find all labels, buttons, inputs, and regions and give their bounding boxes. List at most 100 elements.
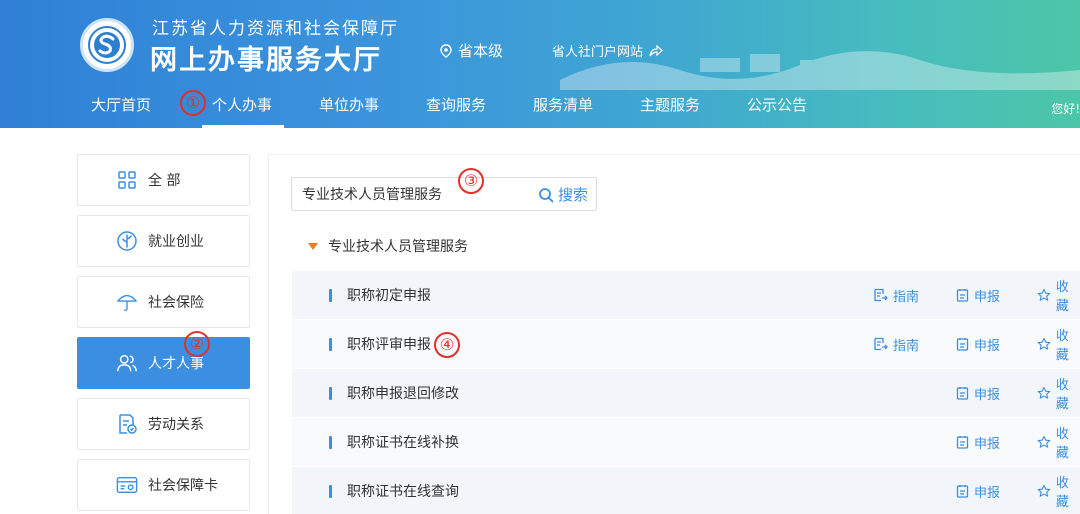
- apply-icon: [956, 289, 969, 302]
- annotation-marker-4: ④: [434, 332, 460, 358]
- nav-item-notice[interactable]: 公示公告: [747, 94, 807, 128]
- share-arrow-icon: [649, 44, 663, 56]
- nav-item-home[interactable]: 大厅首页: [91, 94, 151, 128]
- service-row: 职称评审申报 指南 申报 收藏: [292, 320, 1080, 369]
- service-list: 职称初定申报 指南 申报 收藏 职称评审申报 指南 申报 收藏 职称申报退回修改…: [292, 271, 1080, 514]
- service-title[interactable]: 职称证书在线查询: [347, 481, 459, 501]
- star-icon: [1037, 484, 1051, 497]
- category-employment[interactable]: 就业创业: [77, 215, 250, 267]
- row-accent-bar: [329, 485, 332, 498]
- document-icon: [116, 413, 138, 435]
- service-row: 职称证书在线查询 申报 收藏: [292, 467, 1080, 514]
- category-label: 就业创业: [148, 234, 204, 250]
- hall-name: 网上办事服务大厅: [150, 45, 382, 76]
- apply-icon: [956, 387, 969, 400]
- star-icon: [1037, 435, 1051, 448]
- header-banner: 江苏省人力资源和社会保障厅 网上办事服务大厅 省本级 省人社门户网站 大厅首页 …: [0, 0, 1080, 128]
- nav-item-service-list[interactable]: 服务清单: [533, 94, 593, 128]
- nav-item-personal[interactable]: 个人办事: [201, 94, 285, 128]
- portal-link-label: 省人社门户网站: [552, 45, 644, 60]
- annotation-marker-3: ③: [458, 168, 484, 194]
- row-accent-bar: [329, 387, 332, 400]
- service-title[interactable]: 职称证书在线补换: [347, 432, 459, 452]
- main-nav: 大厅首页 个人办事 单位办事 查询服务 服务清单 主题服务 公示公告: [0, 84, 1080, 128]
- category-label: 社会保障卡: [148, 478, 218, 494]
- region-label: 省本级: [458, 42, 504, 60]
- row-accent-bar: [329, 289, 332, 302]
- category-label: 全 部: [148, 173, 181, 189]
- category-labor-relations[interactable]: 劳动关系: [77, 398, 250, 450]
- apply-button[interactable]: 申报: [956, 286, 1000, 305]
- search-box: 搜索: [291, 177, 597, 211]
- guide-button[interactable]: 指南: [873, 335, 919, 354]
- guide-label: 指南: [893, 289, 920, 305]
- favorite-button[interactable]: 收藏: [1037, 472, 1080, 510]
- favorite-label: 收藏: [1055, 427, 1069, 461]
- guide-icon: [874, 288, 888, 302]
- annotation-marker-1: ①: [180, 90, 206, 116]
- apply-button[interactable]: 申报: [956, 433, 1000, 452]
- umbrella-icon: [116, 291, 138, 313]
- annotation-marker-2: ②: [184, 331, 210, 357]
- card-icon: [116, 474, 138, 496]
- favorite-label: 收藏: [1055, 476, 1069, 510]
- service-row: 职称证书在线补换 申报 收藏: [292, 418, 1080, 467]
- org-name: 江苏省人力资源和社会保障厅: [152, 19, 399, 39]
- favorite-label: 收藏: [1055, 378, 1069, 412]
- region-selector[interactable]: 省本级: [440, 40, 503, 61]
- search-input[interactable]: [302, 178, 522, 210]
- search-icon: [539, 187, 554, 202]
- service-title[interactable]: 职称申报退回修改: [347, 383, 459, 403]
- apply-label: 申报: [974, 289, 1001, 305]
- row-accent-bar: [329, 436, 332, 449]
- apply-icon: [956, 338, 969, 351]
- nav-item-theme[interactable]: 主题服务: [640, 94, 700, 128]
- apply-icon: [956, 436, 969, 449]
- category-label: 社会保险: [148, 295, 204, 311]
- apply-label: 申报: [974, 485, 1001, 501]
- favorite-button[interactable]: 收藏: [1037, 276, 1080, 314]
- category-all[interactable]: 全 部: [77, 154, 250, 206]
- favorite-label: 收藏: [1055, 280, 1069, 314]
- row-accent-bar: [329, 338, 332, 351]
- star-icon: [1037, 386, 1051, 399]
- star-icon: [1037, 337, 1051, 350]
- apply-button[interactable]: 申报: [956, 384, 1000, 403]
- portal-link[interactable]: 省人社门户网站: [552, 41, 663, 60]
- guide-icon: [874, 337, 888, 351]
- logo-emblem-icon: [88, 26, 126, 64]
- nav-item-query[interactable]: 查询服务: [426, 94, 486, 128]
- category-social-insurance[interactable]: 社会保险: [77, 276, 250, 328]
- grid-icon: [116, 169, 138, 191]
- apply-label: 申报: [974, 387, 1001, 403]
- favorite-button[interactable]: 收藏: [1037, 374, 1080, 412]
- category-talent[interactable]: 人才人事: [77, 337, 250, 389]
- greeting[interactable]: 您好!: [1051, 100, 1080, 117]
- star-icon: [1037, 288, 1051, 301]
- employment-icon: [116, 230, 138, 252]
- apply-button[interactable]: 申报: [956, 482, 1000, 501]
- category-social-card[interactable]: 社会保障卡: [77, 459, 250, 511]
- favorite-label: 收藏: [1055, 329, 1069, 363]
- service-group-title: 专业技术人员管理服务: [328, 239, 468, 255]
- guide-button[interactable]: 指南: [873, 286, 919, 305]
- nav-item-enterprise[interactable]: 单位办事: [319, 94, 379, 128]
- apply-label: 申报: [974, 338, 1001, 354]
- service-title[interactable]: 职称初定申报: [347, 285, 431, 305]
- service-row: 职称申报退回修改 申报 收藏: [292, 369, 1080, 418]
- location-pin-icon: [440, 43, 452, 58]
- apply-label: 申报: [974, 436, 1001, 452]
- service-group-header[interactable]: 专业技术人员管理服务: [308, 236, 468, 256]
- category-label: 劳动关系: [148, 417, 204, 433]
- logo[interactable]: [80, 18, 134, 72]
- favorite-button[interactable]: 收藏: [1037, 423, 1080, 461]
- favorite-button[interactable]: 收藏: [1037, 325, 1080, 363]
- apply-button[interactable]: 申报: [956, 335, 1000, 354]
- search-button[interactable]: 搜索: [538, 184, 588, 205]
- service-row: 职称初定申报 指南 申报 收藏: [292, 271, 1080, 320]
- search-button-label: 搜索: [557, 186, 588, 204]
- apply-icon: [956, 485, 969, 498]
- people-icon: [116, 352, 138, 374]
- service-title[interactable]: 职称评审申报: [347, 334, 431, 354]
- expand-triangle-icon: [308, 242, 318, 250]
